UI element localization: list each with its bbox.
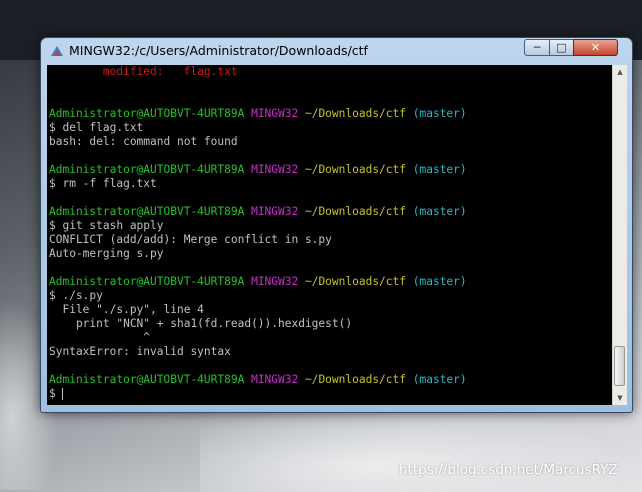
maximize-button[interactable]: □ [549,39,574,56]
terminal-text: $ [49,387,63,400]
terminal-line: Administrator@AUTOBVT-4URT89A MINGW32 ~/… [47,373,612,387]
terminal-line: $ git stash apply [47,219,612,233]
terminal-line: $ [47,387,612,401]
terminal-line: modified: flag.txt [47,65,612,79]
terminal-line: File "./s.py", line 4 [47,303,612,317]
terminal-text: (master) [412,275,467,288]
terminal-text: Administrator@AUTOBVT-4URT89A [49,373,252,386]
close-button[interactable]: ✕ [573,39,618,56]
terminal-line: SyntaxError: invalid syntax [47,345,612,359]
terminal-line: $ ./s.py [47,289,612,303]
terminal-line: Administrator@AUTOBVT-4URT89A MINGW32 ~/… [47,163,612,177]
terminal-text: $ git stash apply [49,219,164,232]
terminal-line: Administrator@AUTOBVT-4URT89A MINGW32 ~/… [47,205,612,219]
terminal-text: ^ [49,331,151,344]
terminal-line: ^ [47,331,612,345]
terminal-text: ~/Downloads/ctf [304,205,413,218]
scrollbar-thumb[interactable] [614,346,625,386]
terminal-text: $ ./s.py [49,289,103,302]
scroll-down-icon[interactable]: ▼ [613,391,627,405]
terminal-text: Administrator@AUTOBVT-4URT89A [49,205,252,218]
terminal-text: MINGW32 [251,107,305,120]
terminal-text: SyntaxError: invalid syntax [49,345,231,358]
minimize-button[interactable]: ─ [524,39,550,56]
terminal-line: bash: del: command not found [47,135,612,149]
terminal-text: ~/Downloads/ctf [304,373,413,386]
window-title: MINGW32:/c/Users/Administrator/Downloads… [69,43,368,58]
terminal-line: $ rm -f flag.txt [47,177,612,191]
terminal-text: MINGW32 [251,205,305,218]
terminal-text: ~/Downloads/ctf [304,107,413,120]
terminal-text: MINGW32 [251,275,305,288]
terminal-text: Auto-merging s.py [49,247,164,260]
terminal-text: MINGW32 [251,373,305,386]
terminal-text: ~/Downloads/ctf [304,275,413,288]
terminal-text: modified: flag.txt [49,65,238,78]
terminal-text: File "./s.py", line 4 [49,303,204,316]
watermark: https://blog.csdn.net/MarcusRYZ [399,462,618,478]
terminal-window: MINGW32:/c/Users/Administrator/Downloads… [40,37,633,413]
text-cursor [62,388,64,400]
terminal-text: (master) [412,373,467,386]
terminal-text: (master) [412,205,467,218]
mingw-app-icon [51,46,63,56]
terminal-text: Administrator@AUTOBVT-4URT89A [49,107,252,120]
terminal-line: print "NCN" + sha1(fd.read()).hexdigest(… [47,317,612,331]
terminal-text: ~/Downloads/ctf [304,163,413,176]
title-bar[interactable]: MINGW32:/c/Users/Administrator/Downloads… [41,38,632,64]
vertical-scrollbar[interactable]: ▲ ▼ [612,65,627,405]
terminal-text: $ rm -f flag.txt [49,177,157,190]
scroll-up-icon[interactable]: ▲ [613,65,627,79]
terminal-output[interactable]: modified: flag.txt Administrator@AUTOBVT-… [47,65,612,405]
terminal-line: Administrator@AUTOBVT-4URT89A MINGW32 ~/… [47,275,612,289]
terminal-line: CONFLICT (add/add): Merge conflict in s.… [47,233,612,247]
terminal-line: $ del flag.txt [47,121,612,135]
terminal-text: bash: del: command not found [49,135,238,148]
terminal-text: Administrator@AUTOBVT-4URT89A [49,275,252,288]
terminal-text: print "NCN" + sha1(fd.read()).hexdigest(… [49,317,353,330]
terminal-text: (master) [412,163,467,176]
terminal-text: $ del flag.txt [49,121,144,134]
terminal-line: Auto-merging s.py [47,247,612,261]
terminal-text: Administrator@AUTOBVT-4URT89A [49,163,252,176]
terminal-text: MINGW32 [251,163,305,176]
desktop-background-highlight [200,405,640,492]
terminal-text: (master) [412,107,467,120]
terminal-text: CONFLICT (add/add): Merge conflict in s.… [49,233,332,246]
terminal-line: Administrator@AUTOBVT-4URT89A MINGW32 ~/… [47,107,612,121]
